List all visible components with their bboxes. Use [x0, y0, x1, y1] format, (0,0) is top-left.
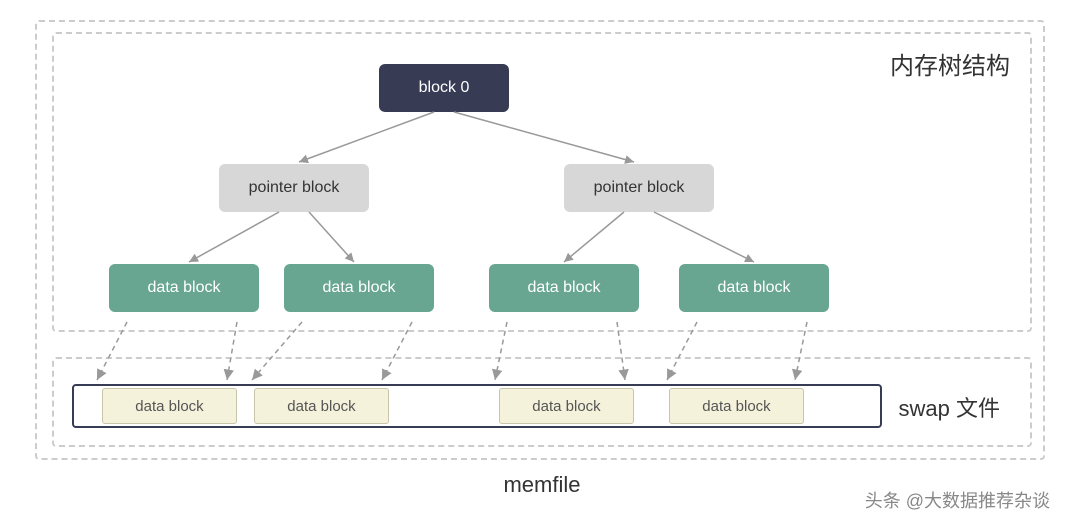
swap-bar: data block data block data block data bl…: [72, 384, 882, 428]
pointer-block-1: pointer block: [219, 164, 369, 212]
block-0-node: block 0: [379, 64, 509, 112]
memory-tree-container: 内存树结构 block 0 pointer block pointer bloc…: [52, 32, 1032, 332]
pointer-block-2: pointer block: [564, 164, 714, 212]
swap-file-container: swap 文件 data block data block data block…: [52, 357, 1032, 447]
swap-block-1: data block: [102, 388, 237, 424]
data-block-tree-3: data block: [489, 264, 639, 312]
swap-block-2: data block: [254, 388, 389, 424]
swap-block-4: data block: [669, 388, 804, 424]
memfile-container: 内存树结构 block 0 pointer block pointer bloc…: [35, 20, 1045, 460]
memory-tree-title: 内存树结构: [890, 46, 1010, 81]
data-block-tree-1: data block: [109, 264, 259, 312]
data-block-tree-2: data block: [284, 264, 434, 312]
swap-file-title: swap 文件: [899, 391, 1000, 423]
watermark-text: 头条 @大数据推荐杂谈: [865, 487, 1050, 513]
data-block-tree-4: data block: [679, 264, 829, 312]
swap-block-3: data block: [499, 388, 634, 424]
